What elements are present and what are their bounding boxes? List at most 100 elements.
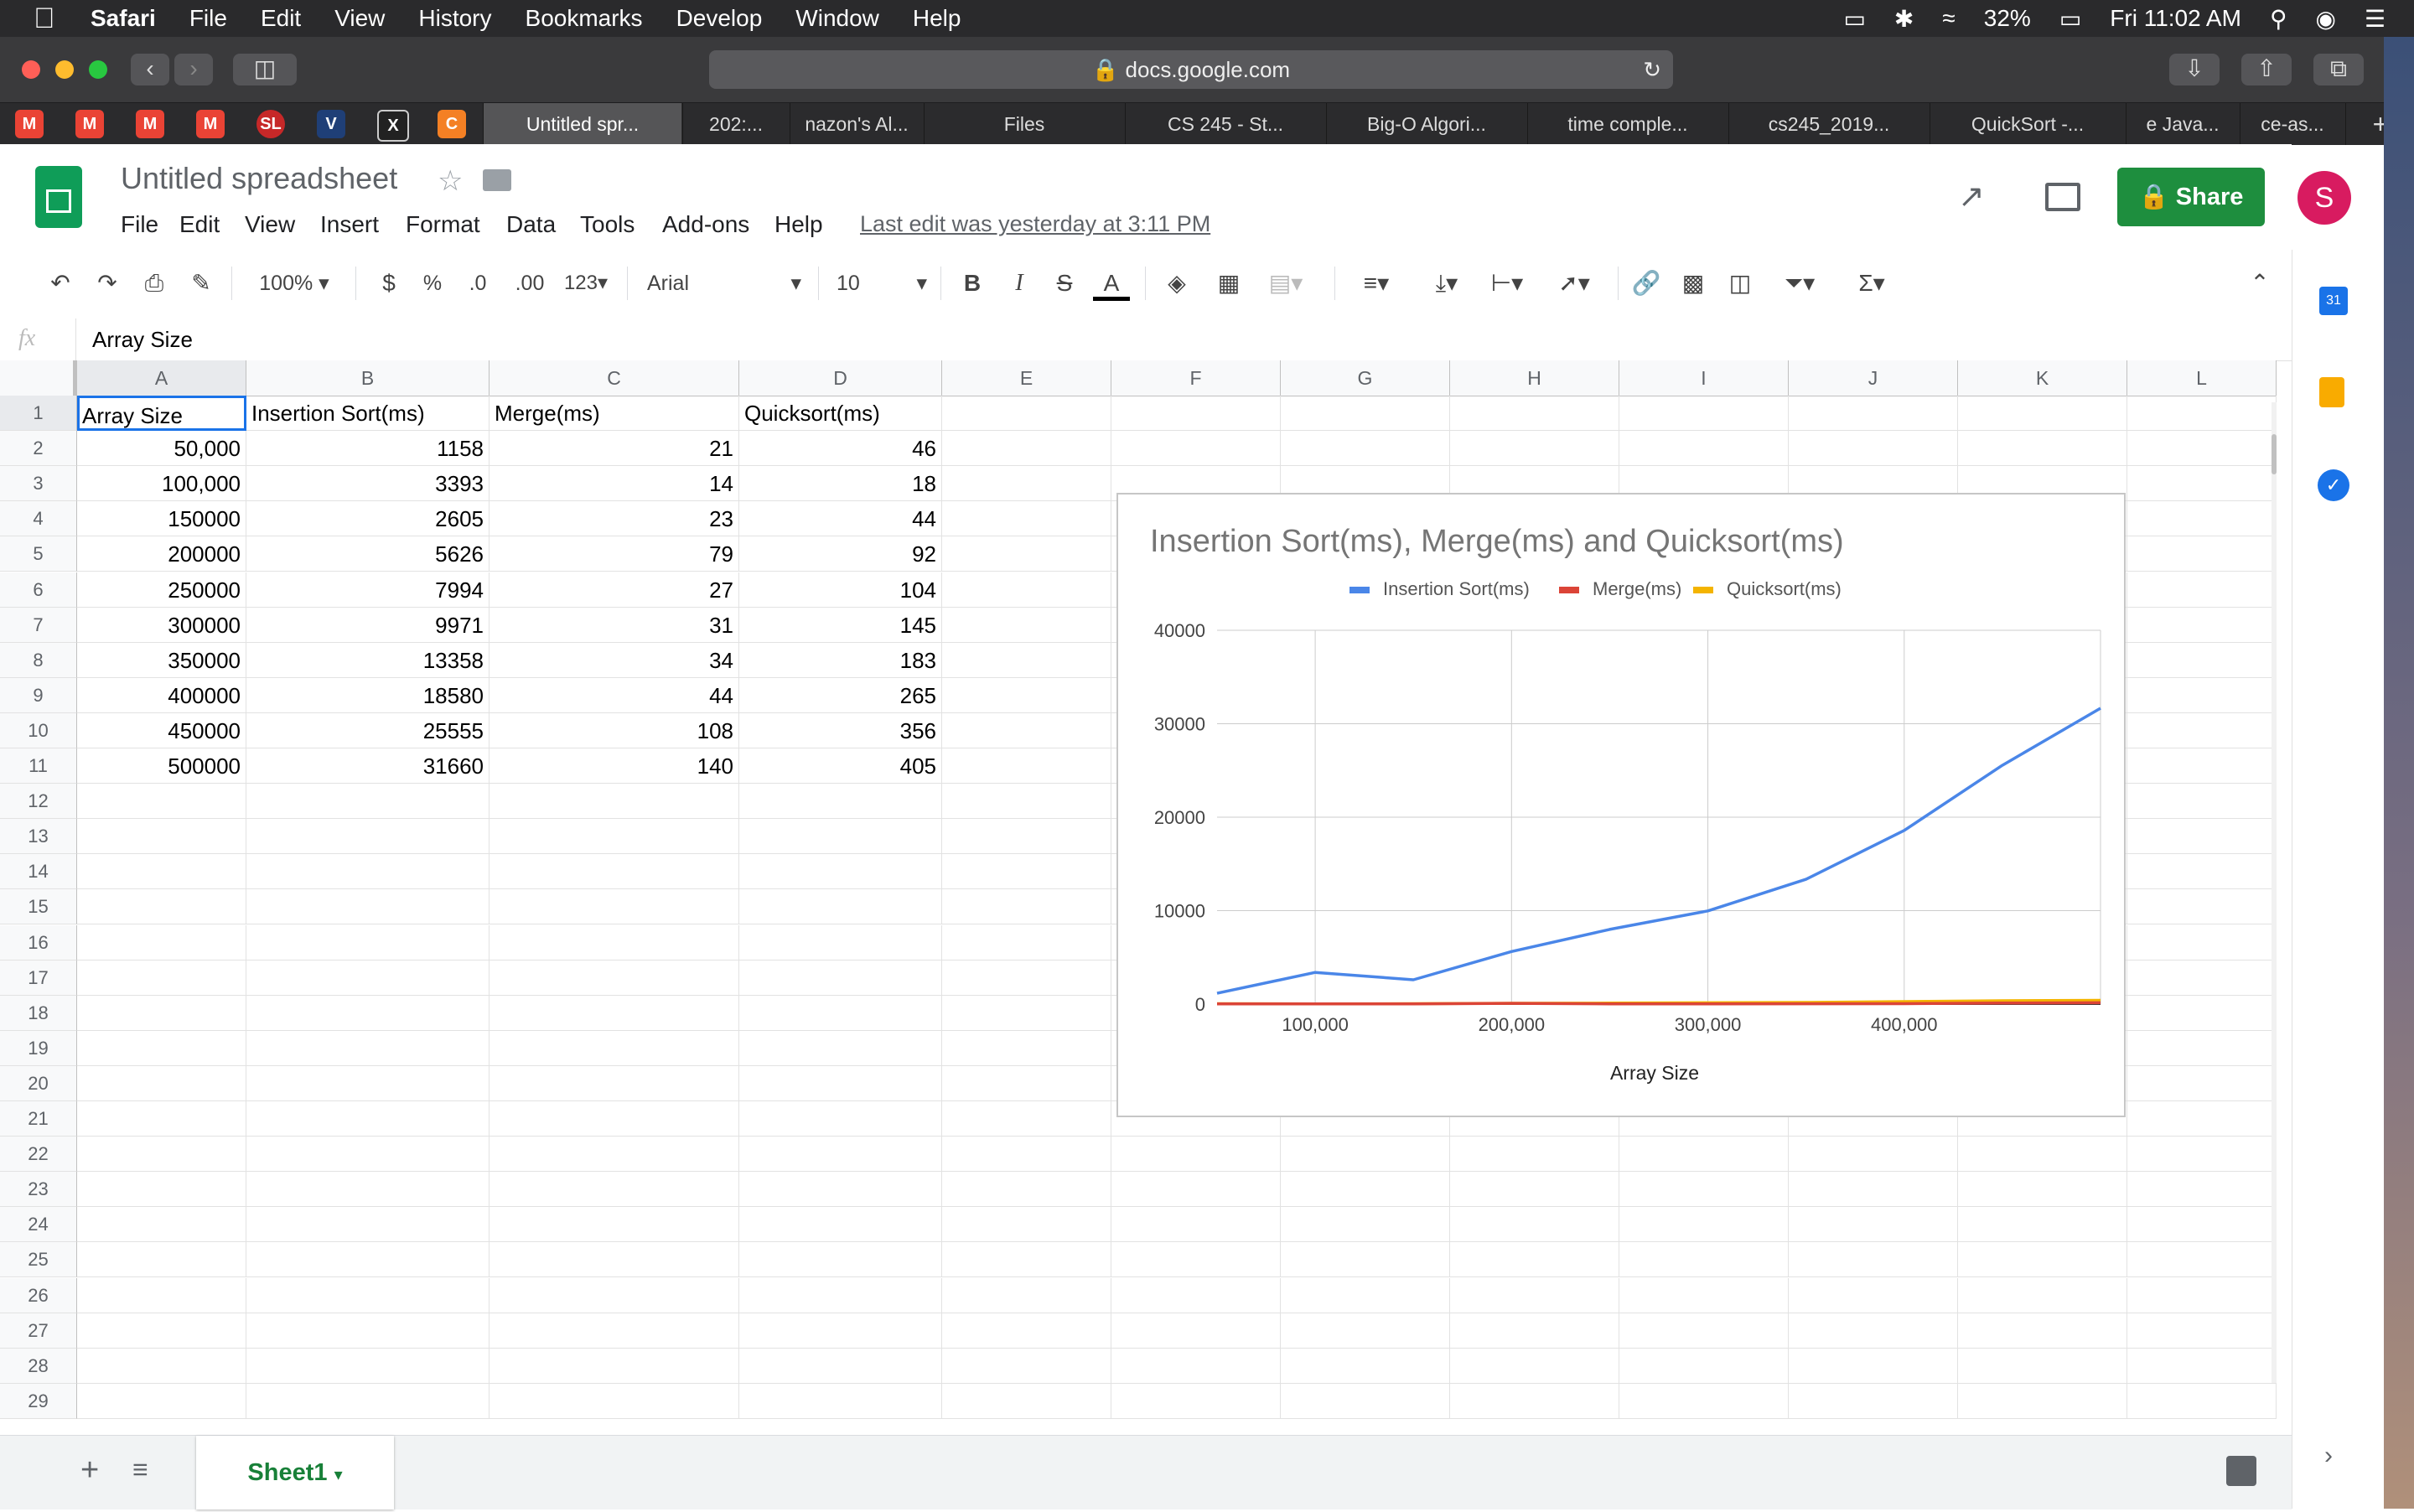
selected-cell-a1[interactable]: Array Size bbox=[77, 396, 246, 431]
grid-cell[interactable] bbox=[490, 925, 739, 961]
grid-cell[interactable] bbox=[739, 961, 942, 996]
grid-cell[interactable] bbox=[1281, 1278, 1450, 1313]
merge-cells-icon[interactable]: ▤▾ bbox=[1261, 265, 1311, 302]
grid-cell[interactable] bbox=[739, 1384, 942, 1419]
grid-cell[interactable] bbox=[1111, 1384, 1281, 1419]
grid-cell[interactable] bbox=[942, 396, 1111, 431]
grid-cell[interactable] bbox=[2127, 748, 2277, 784]
grid-cell[interactable] bbox=[1281, 1242, 1450, 1277]
filter-icon[interactable]: ⏷▾ bbox=[1770, 265, 1829, 302]
row-header[interactable]: 2 bbox=[0, 431, 77, 466]
column-header-a[interactable]: A bbox=[77, 360, 246, 396]
grid-cell[interactable] bbox=[1111, 1313, 1281, 1349]
grid-cell[interactable]: 46 bbox=[739, 431, 942, 466]
grid-cell[interactable] bbox=[942, 1242, 1111, 1277]
document-title[interactable]: Untitled spreadsheet bbox=[121, 161, 397, 196]
grid-cell[interactable] bbox=[490, 1066, 739, 1101]
grid-cell[interactable] bbox=[246, 996, 490, 1031]
airplay-icon[interactable]: ▭ bbox=[1843, 5, 1865, 33]
grid-cell[interactable] bbox=[942, 889, 1111, 924]
grid-cell[interactable] bbox=[942, 1349, 1111, 1384]
grid-cell[interactable] bbox=[77, 889, 246, 924]
tab-item[interactable]: Files bbox=[924, 103, 1124, 145]
column-header-g[interactable]: G bbox=[1281, 360, 1450, 396]
sheets-menu-help[interactable]: Help bbox=[774, 211, 823, 238]
back-button[interactable]: ‹ bbox=[131, 54, 169, 85]
grid-cell[interactable] bbox=[1450, 1207, 1619, 1242]
grid-cell[interactable] bbox=[739, 1242, 942, 1277]
menu-help[interactable]: Help bbox=[913, 5, 961, 32]
bold-icon[interactable]: B bbox=[956, 265, 989, 302]
grid-cell[interactable] bbox=[739, 784, 942, 819]
grid-cell[interactable] bbox=[1619, 1278, 1789, 1313]
row-header[interactable]: 14 bbox=[0, 854, 77, 889]
grid-cell[interactable] bbox=[942, 996, 1111, 1031]
embedded-line-chart[interactable]: Insertion Sort(ms), Merge(ms) and Quicks… bbox=[1116, 493, 2126, 1117]
grid-cell[interactable] bbox=[2127, 961, 2277, 996]
redo-icon[interactable]: ↷ bbox=[91, 265, 124, 302]
grid-cell[interactable] bbox=[2127, 501, 2277, 536]
share-page-icon[interactable]: ⇧ bbox=[2241, 54, 2292, 85]
row-header[interactable]: 20 bbox=[0, 1066, 77, 1101]
row-header[interactable]: 18 bbox=[0, 996, 77, 1031]
grid-cell[interactable]: 145 bbox=[739, 608, 942, 643]
grid-cell[interactable] bbox=[739, 889, 942, 924]
tab-item[interactable]: Big-O Algori... bbox=[1326, 103, 1526, 145]
grid-cell[interactable]: Quicksort(ms) bbox=[739, 396, 942, 431]
row-header[interactable]: 19 bbox=[0, 1031, 77, 1066]
move-folder-icon[interactable] bbox=[483, 169, 511, 191]
app-menu-safari[interactable]: Safari bbox=[91, 5, 156, 32]
grid-cell[interactable] bbox=[1958, 1278, 2127, 1313]
reload-icon[interactable]: ↻ bbox=[1643, 50, 1661, 89]
column-header-b[interactable]: B bbox=[246, 360, 490, 396]
grid-cell[interactable] bbox=[2127, 1349, 2277, 1384]
grid-cell[interactable]: 18 bbox=[739, 466, 942, 501]
grid-cell[interactable] bbox=[2127, 925, 2277, 961]
grid-cell[interactable] bbox=[246, 1101, 490, 1137]
grid-cell[interactable] bbox=[1111, 1278, 1281, 1313]
grid-cell[interactable] bbox=[2127, 1313, 2277, 1349]
grid-cell[interactable]: 108 bbox=[490, 713, 739, 748]
format-percent-button[interactable]: % bbox=[416, 265, 449, 302]
grid-cell[interactable]: Merge(ms) bbox=[490, 396, 739, 431]
grid-cell[interactable] bbox=[77, 925, 246, 961]
row-header[interactable]: 17 bbox=[0, 961, 77, 996]
grid-cell[interactable] bbox=[1450, 1384, 1619, 1419]
grid-cell[interactable] bbox=[1619, 1313, 1789, 1349]
grid-cell[interactable]: 7994 bbox=[246, 572, 490, 608]
grid-cell[interactable]: 27 bbox=[490, 572, 739, 608]
grid-cell[interactable] bbox=[1281, 1349, 1450, 1384]
grid-cell[interactable] bbox=[1619, 1242, 1789, 1277]
menu-edit[interactable]: Edit bbox=[261, 5, 301, 32]
text-color-icon[interactable]: A bbox=[1093, 265, 1130, 301]
format-currency-button[interactable]: $ bbox=[372, 265, 406, 302]
grid-cell[interactable] bbox=[490, 1137, 739, 1172]
grid-cell[interactable] bbox=[1450, 1278, 1619, 1313]
add-sheet-icon[interactable]: + bbox=[80, 1452, 99, 1489]
grid-cell[interactable] bbox=[2127, 572, 2277, 608]
zoom-window-button[interactable] bbox=[89, 60, 107, 79]
grid-cell[interactable] bbox=[490, 1349, 739, 1384]
grid-cell[interactable] bbox=[942, 1384, 1111, 1419]
grid-cell[interactable] bbox=[1958, 1349, 2127, 1384]
grid-cell[interactable] bbox=[1111, 431, 1281, 466]
grid-cell[interactable] bbox=[1789, 396, 1958, 431]
grid-cell[interactable] bbox=[1111, 1349, 1281, 1384]
grid-cell[interactable]: 44 bbox=[490, 678, 739, 713]
grid-cell[interactable] bbox=[2127, 1137, 2277, 1172]
grid-cell[interactable] bbox=[942, 466, 1111, 501]
grid-cell[interactable] bbox=[1450, 1313, 1619, 1349]
strikethrough-icon[interactable]: S bbox=[1048, 265, 1081, 302]
borders-icon[interactable]: ▦ bbox=[1212, 265, 1246, 302]
grid-cell[interactable] bbox=[1958, 431, 2127, 466]
grid-cell[interactable]: 31660 bbox=[246, 748, 490, 784]
grid-cell[interactable]: 14 bbox=[490, 466, 739, 501]
grid-cell[interactable]: 5626 bbox=[246, 536, 490, 572]
grid-cell[interactable] bbox=[1450, 1172, 1619, 1207]
grid-cell[interactable] bbox=[2127, 536, 2277, 572]
grid-cell[interactable]: 44 bbox=[739, 501, 942, 536]
grid-cell[interactable] bbox=[77, 1384, 246, 1419]
grid-cell[interactable] bbox=[2127, 1031, 2277, 1066]
grid-cell[interactable]: 21 bbox=[490, 431, 739, 466]
row-header[interactable]: 29 bbox=[0, 1384, 77, 1419]
